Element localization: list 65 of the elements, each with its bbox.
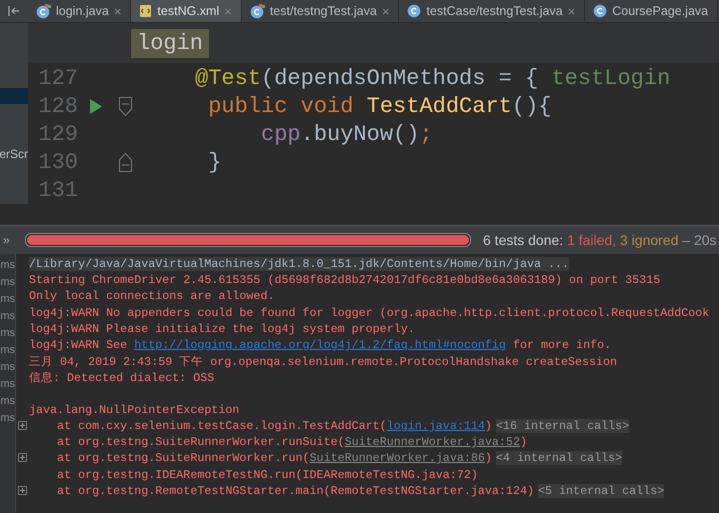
code-line: } — [207, 150, 222, 174]
xml-file-icon — [139, 4, 152, 18]
console-text: at org.testng.RemoteTestNGStarter.main(RemoteTestNGStarter.java:124) — [56, 484, 534, 498]
fold-icon[interactable] — [119, 152, 132, 172]
console-text: log4j:WARN Please initialize the log4j system properly. — [29, 322, 415, 336]
sidebar-item[interactable]: erScr — [0, 146, 28, 162]
console-text: at com.cxy.selenium.testCase.login.TestAddCart( — [56, 418, 387, 433]
console-text: at org.testng.IDEARemoteTestNG.run(IDEARemoteTestNG.java:72) — [56, 468, 478, 482]
breadcrumb[interactable]: login — [131, 28, 210, 58]
expand-icon[interactable] — [18, 453, 27, 462]
test-duration: ms — [0, 342, 15, 358]
test-duration: ms — [0, 360, 15, 374]
console-text: Only local connections are allowed. — [29, 289, 274, 304]
line-number: 129 — [37, 122, 78, 146]
console-text: ) — [484, 451, 492, 466]
collapse-icon[interactable] — [8, 6, 20, 16]
internal-calls-fold[interactable]: <4 internal calls> — [496, 451, 622, 466]
test-summary: 6 tests done: 1 failed, 3 ignored – 20s — [483, 232, 717, 248]
console-text: for more info. — [512, 338, 612, 352]
run-icon[interactable] — [90, 98, 102, 114]
close-icon[interactable]: × — [382, 4, 390, 18]
class-icon — [36, 4, 51, 18]
source-link[interactable]: http://logging.apache.org/log4j/1.2/faq.html#noconfig — [134, 338, 506, 352]
console-text: 三月 04, 2019 2:43:59 下午 org.openqa.selenium.remote.ProtocolHandshake createSession — [29, 354, 618, 369]
console-text: java.lang.NullPointerException — [29, 402, 240, 417]
test-duration: ms — [0, 376, 15, 392]
close-icon[interactable]: × — [114, 4, 122, 18]
close-icon[interactable]: × — [568, 4, 576, 18]
class-icon — [593, 4, 608, 18]
console-text: /Library/Java/JavaVirtualMachines/jdk1.8.0_151.jdk/Contents/Home/bin/java ... — [29, 257, 570, 272]
console-text: at org.testng.SuiteRunnerWorker.runSuite( — [56, 435, 345, 450]
code-line: cpp.buyNow(); — [260, 122, 433, 146]
line-number: 128 — [37, 94, 78, 118]
expand-icon[interactable] — [18, 420, 27, 430]
source-link[interactable]: SuiteRunnerWorker.java:52 — [344, 435, 520, 450]
line-number: 127 — [37, 66, 78, 90]
console-text: at org.testng.SuiteRunnerWorker.run( — [56, 451, 310, 466]
line-number: 130 — [37, 150, 78, 174]
console-text: ) — [484, 418, 492, 433]
internal-calls-fold[interactable]: <5 internal calls> — [538, 484, 664, 498]
class-icon — [250, 4, 265, 18]
expand-toggle[interactable]: » — [3, 233, 17, 247]
editor-tab[interactable]: testNG.xml × — [131, 0, 242, 22]
test-duration: ms — [0, 326, 15, 340]
test-duration: ms — [0, 410, 15, 426]
source-link[interactable]: login.java:114 — [386, 418, 485, 433]
test-duration: ms — [0, 308, 15, 324]
code-line: @Test(dependsOnMethods = { testLogin — [195, 66, 670, 90]
internal-calls-fold[interactable]: <16 internal calls> — [496, 418, 630, 433]
close-icon[interactable]: × — [224, 4, 232, 18]
test-duration: ms — [0, 292, 15, 306]
test-duration: ms — [0, 394, 15, 408]
code-line: public void TestAddCart(){ — [207, 94, 552, 118]
class-icon — [407, 4, 422, 18]
line-number: 131 — [37, 178, 78, 202]
console-text: 信息: Detected dialect: OSS — [29, 370, 214, 385]
source-link[interactable]: SuiteRunnerWorker.java:86 — [310, 451, 485, 466]
test-duration: ms — [0, 274, 15, 290]
expand-icon[interactable] — [18, 486, 27, 495]
console-text: ) — [520, 435, 527, 450]
console-text: Starting ChromeDriver 2.45.615355 (d5698f682d8b2742017df6c81e0bd8e6a3063189) on port 35315 — [29, 273, 660, 288]
console-text: log4j:WARN See — [29, 338, 128, 352]
test-duration: ms — [0, 258, 15, 272]
fold-icon[interactable] — [119, 96, 132, 116]
console-text: log4j:WARN No appenders could be found for logger (org.apache.http.client.protocol.RequestAddCook — [29, 306, 710, 320]
